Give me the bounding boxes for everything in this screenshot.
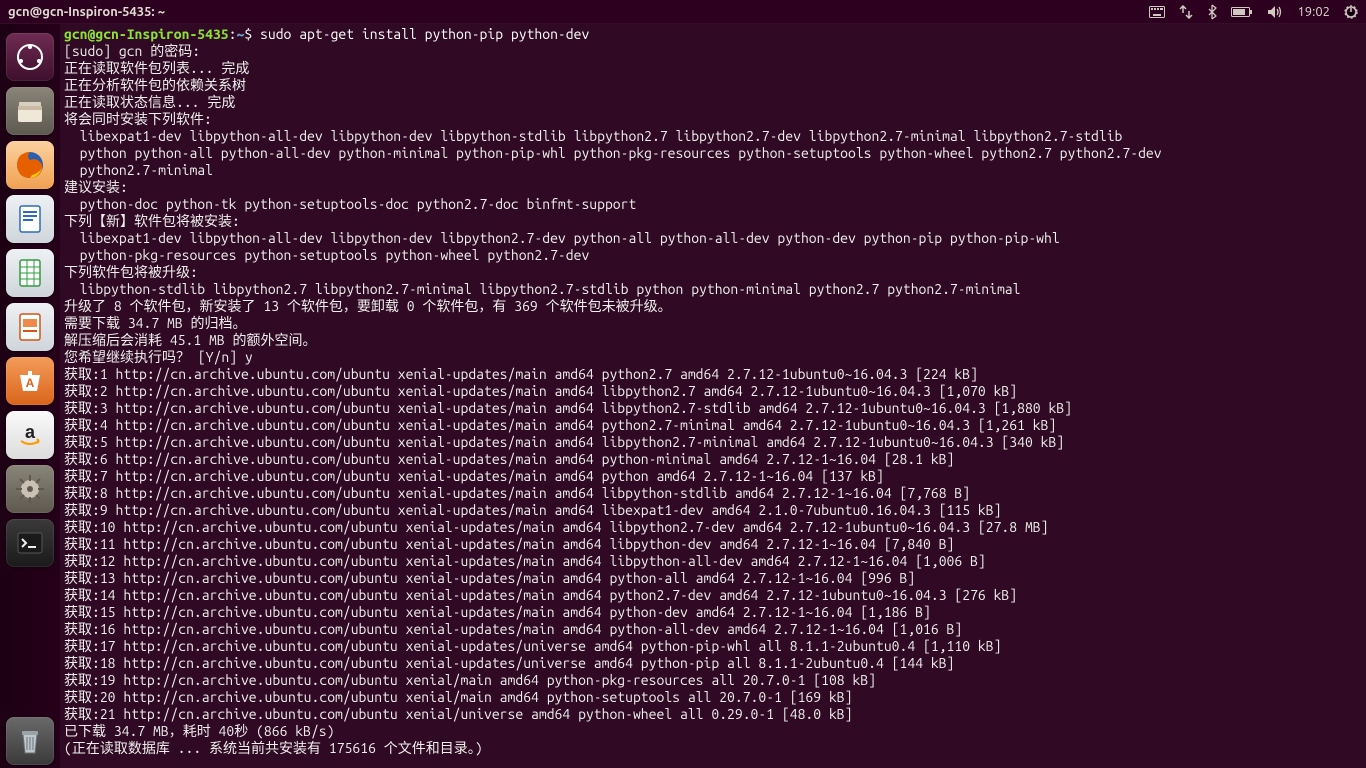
ubuntu-software-icon[interactable]: A — [6, 357, 54, 405]
firefox-icon[interactable] — [6, 141, 54, 189]
libreoffice-impress-icon[interactable] — [6, 303, 54, 351]
trash-icon[interactable] — [6, 717, 54, 765]
svg-text:A: A — [26, 376, 35, 390]
terminal-output: [sudo] gcn 的密码: 正在读取软件包列表... 完成 正在分析软件包的… — [64, 43, 1362, 757]
prompt-dollar: $ — [244, 26, 260, 42]
libreoffice-writer-icon[interactable] — [6, 195, 54, 243]
settings-icon[interactable] — [6, 465, 54, 513]
session-indicator-icon[interactable] — [1344, 5, 1358, 19]
prompt-user: gcn@gcn-Inspiron-5435 — [64, 26, 229, 42]
bluetooth-indicator-icon[interactable] — [1207, 4, 1217, 20]
keyboard-indicator-icon[interactable] — [1149, 6, 1165, 18]
top-panel: gcn@gcn-Inspiron-5435: ~ 19:02 — [0, 0, 1366, 24]
sound-indicator-icon[interactable] — [1267, 5, 1283, 19]
clock[interactable]: 19:02 — [1297, 5, 1330, 19]
entered-command: sudo apt-get install python-pip python-d… — [260, 26, 589, 42]
terminal-window[interactable]: gcn@gcn-Inspiron-5435:~$ sudo apt-get in… — [60, 24, 1366, 768]
amazon-icon[interactable]: a — [6, 411, 54, 459]
battery-indicator-icon[interactable] — [1231, 6, 1253, 18]
dash-icon[interactable] — [6, 33, 54, 81]
active-window-title: gcn@gcn-Inspiron-5435: ~ — [8, 5, 165, 19]
terminal-icon[interactable] — [6, 519, 54, 567]
libreoffice-calc-icon[interactable] — [6, 249, 54, 297]
files-icon[interactable] — [6, 87, 54, 135]
svg-text:a: a — [25, 422, 36, 442]
network-indicator-icon[interactable] — [1179, 5, 1193, 19]
unity-launcher: A a — [0, 24, 60, 768]
